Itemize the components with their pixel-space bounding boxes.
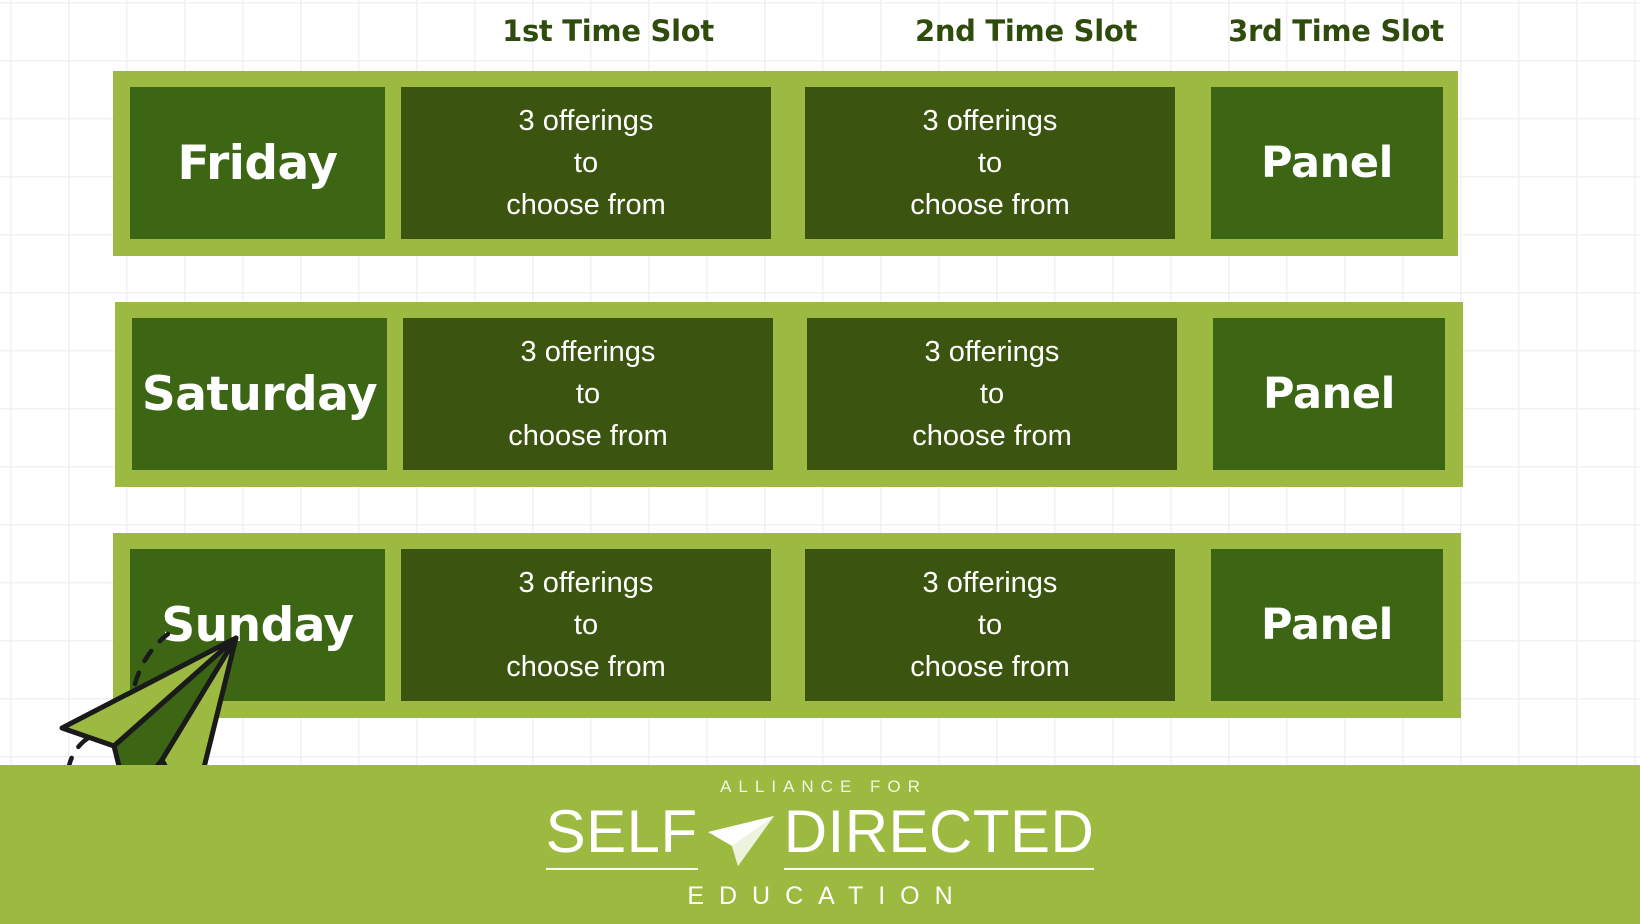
offering-cell-sunday-slot-1: 3 offerings to choose from <box>401 549 771 701</box>
offering-line-2: to <box>575 377 601 410</box>
offering-cell-friday-slot-1: 3 offerings to choose from <box>401 87 771 239</box>
day-cell-saturday: Saturday <box>132 318 387 470</box>
offering-cell-sunday-slot-2: 3 offerings to choose from <box>805 549 1175 701</box>
offering-line-1: 3 offerings <box>518 104 654 137</box>
day-cell-friday: Friday <box>130 87 385 239</box>
column-header-slot-1: 1st Time Slot <box>502 14 714 48</box>
offering-line-3: choose from <box>506 189 666 222</box>
offering-line-3: choose from <box>508 420 668 453</box>
offering-line-1: 3 offerings <box>518 566 654 599</box>
offering-line-3: choose from <box>506 651 666 684</box>
offering-line-3: choose from <box>910 189 1070 222</box>
logo-tagline: ALLIANCE FOR <box>720 777 927 796</box>
offering-line-2: to <box>573 608 599 641</box>
logo-alliance-for-self-directed-education: ALLIANCE FOR SELF DIRECTED EDUCATION <box>510 777 1130 911</box>
offering-line-1: 3 offerings <box>922 566 1058 599</box>
panel-cell-sunday-slot-3: Panel <box>1211 549 1443 701</box>
panel-cell-friday-slot-3: Panel <box>1211 87 1443 239</box>
column-headers: 1st Time Slot 2nd Time Slot 3rd Time Slo… <box>0 0 1640 66</box>
footer-bar: ALLIANCE FOR SELF DIRECTED EDUCATION <box>0 765 1640 924</box>
logo-word-self: SELF <box>545 802 698 870</box>
table-row: Saturday 3 offerings to choose from 3 of… <box>115 302 1463 487</box>
offering-cell-friday-slot-2: 3 offerings to choose from <box>805 87 1175 239</box>
offering-line-2: to <box>979 377 1005 410</box>
schedule-infographic: 1st Time Slot 2nd Time Slot 3rd Time Slo… <box>0 0 1640 924</box>
logo-word-education: EDUCATION <box>687 882 968 910</box>
panel-cell-saturday-slot-3: Panel <box>1213 318 1445 470</box>
offering-line-1: 3 offerings <box>922 104 1058 137</box>
offering-line-1: 3 offerings <box>924 335 1060 368</box>
offering-line-1: 3 offerings <box>520 335 656 368</box>
logo-word-directed: DIRECTED <box>783 802 1095 870</box>
column-header-slot-3: 3rd Time Slot <box>1228 14 1444 48</box>
logo-wordmark: SELF DIRECTED <box>510 802 1130 870</box>
offering-line-2: to <box>977 608 1003 641</box>
table-row: Sunday 3 offerings to choose from 3 offe… <box>113 533 1461 718</box>
offering-line-3: choose from <box>912 420 1072 453</box>
paper-plane-icon <box>707 816 774 866</box>
offering-line-3: choose from <box>910 651 1070 684</box>
column-header-slot-2: 2nd Time Slot <box>914 14 1138 48</box>
offering-cell-saturday-slot-2: 3 offerings to choose from <box>807 318 1177 470</box>
offering-cell-saturday-slot-1: 3 offerings to choose from <box>403 318 773 470</box>
offering-line-2: to <box>977 146 1003 179</box>
table-row: Friday 3 offerings to choose from 3 offe… <box>113 71 1458 256</box>
day-cell-sunday: Sunday <box>130 549 385 701</box>
offering-line-2: to <box>573 146 599 179</box>
